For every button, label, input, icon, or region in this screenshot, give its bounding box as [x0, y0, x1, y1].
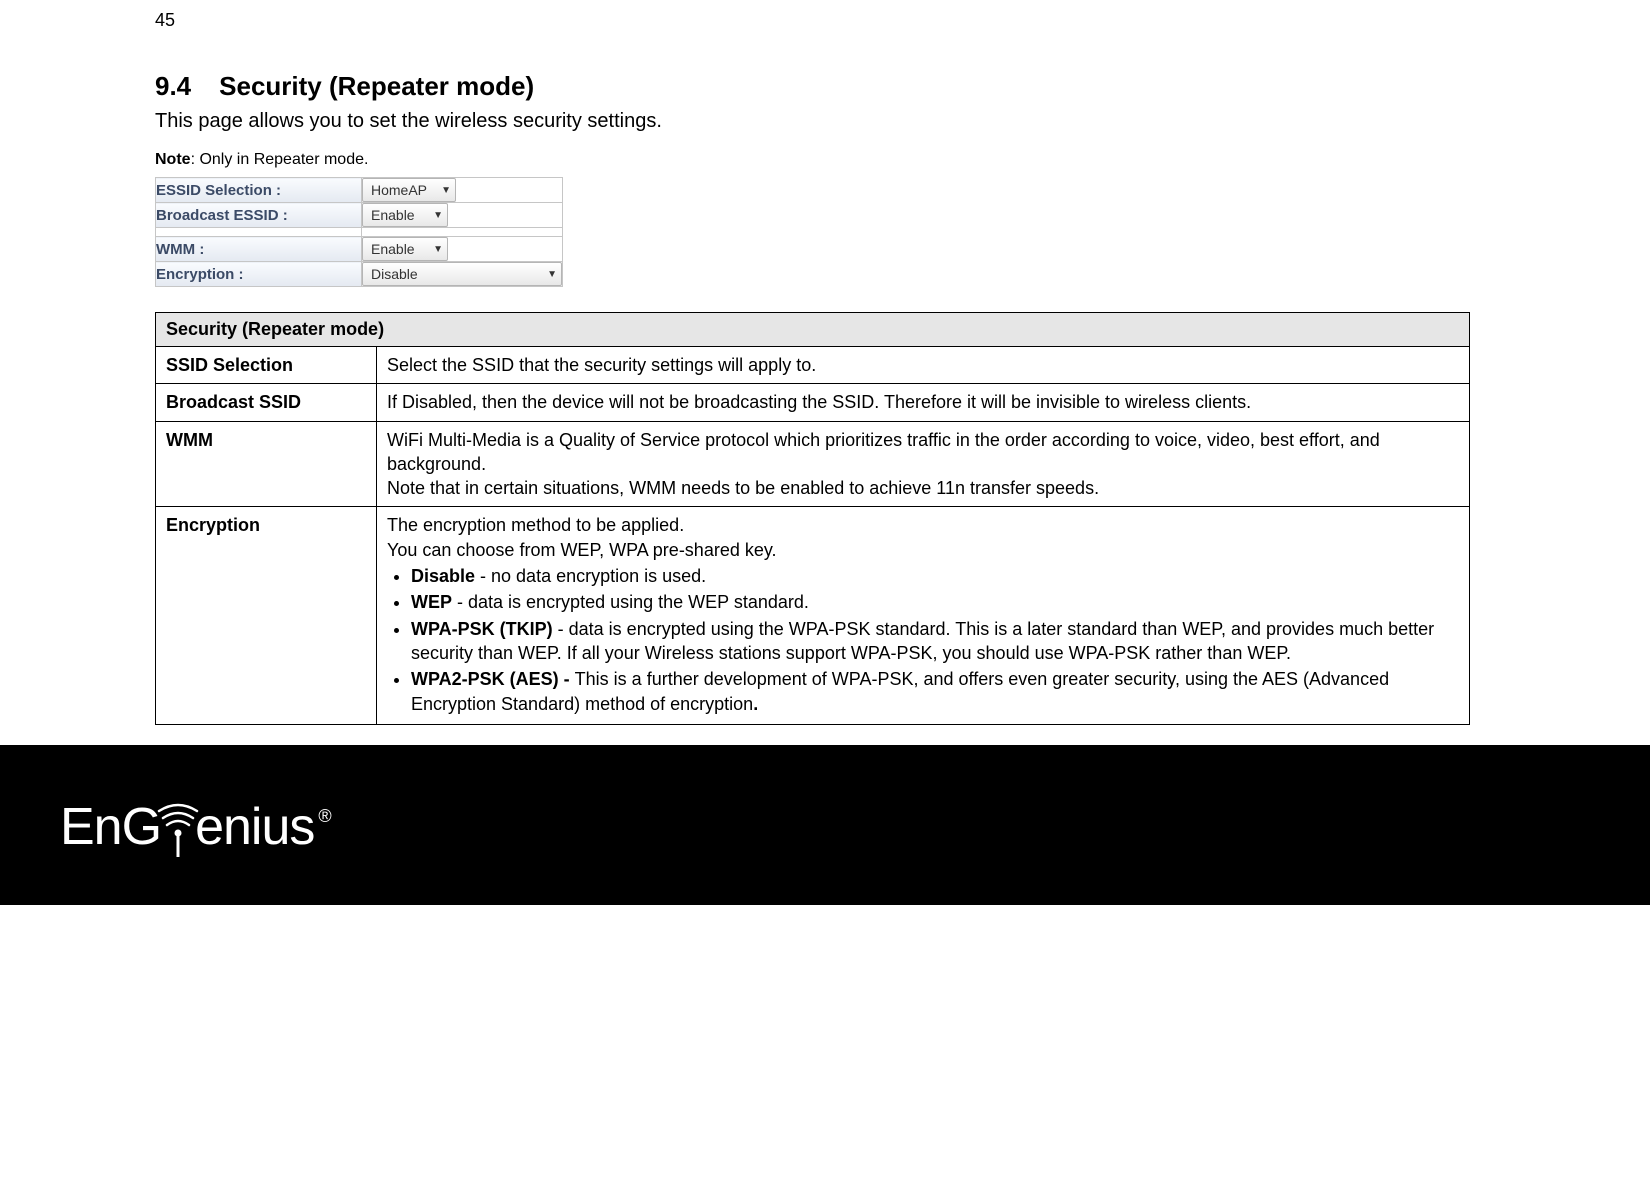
desc-enc-b1-text: - no data encryption is used.: [475, 566, 706, 586]
essid-select-value: HomeAP: [371, 182, 427, 198]
wmm-label: WMM :: [156, 237, 362, 262]
desc-enc-b4-label: WPA2-PSK (AES) -: [411, 669, 575, 689]
desc-enc-b3-text: - data is encrypted using the WPA-PSK st…: [411, 619, 1434, 663]
desc-enc-list: Disable - no data encryption is used. WE…: [387, 564, 1459, 716]
desc-ssid-val: Select the SSID that the security settin…: [377, 347, 1470, 384]
settings-form-table: ESSID Selection : HomeAP ▼ Broadcast ESS…: [155, 177, 563, 287]
desc-row-wmm: WMM WiFi Multi-Media is a Quality of Ser…: [156, 421, 1470, 507]
desc-ssid-key: SSID Selection: [156, 347, 377, 384]
logo-reg: ®: [318, 807, 330, 825]
desc-enc-b4-period: .: [753, 694, 758, 714]
desc-enc-item-wpapsk: WPA-PSK (TKIP) - data is encrypted using…: [411, 617, 1459, 666]
footer: EnG enius®: [0, 745, 1650, 905]
chevron-down-icon: ▼: [547, 269, 557, 280]
desc-header: Security (Repeater mode): [156, 313, 1470, 347]
desc-enc-item-wep: WEP - data is encrypted using the WEP st…: [411, 590, 1459, 614]
desc-enc-key: Encryption: [156, 507, 377, 724]
desc-enc-b2-label: WEP: [411, 592, 452, 612]
encryption-label: Encryption :: [156, 262, 362, 287]
row-broadcast: Broadcast ESSID : Enable ▼: [156, 203, 563, 228]
section-number: 9.4: [155, 71, 191, 102]
desc-row-broadcast: Broadcast SSID If Disabled, then the dev…: [156, 384, 1470, 421]
broadcast-select[interactable]: Enable ▼: [362, 203, 448, 227]
row-wmm: WMM : Enable ▼: [156, 237, 563, 262]
section-heading: 9.4 Security (Repeater mode): [155, 71, 1470, 102]
spacer-row: [156, 228, 563, 237]
encryption-select[interactable]: Disable ▼: [362, 262, 562, 286]
desc-row-encryption: Encryption The encryption method to be a…: [156, 507, 1470, 724]
encryption-cell: Disable ▼: [362, 262, 563, 287]
essid-cell: HomeAP ▼: [362, 178, 563, 203]
desc-wmm-line2: Note that in certain situations, WMM nee…: [387, 478, 1099, 498]
chevron-down-icon: ▼: [433, 244, 443, 255]
logo-part3: enius: [195, 801, 314, 853]
chevron-down-icon: ▼: [441, 185, 451, 196]
wmm-select[interactable]: Enable ▼: [362, 237, 448, 261]
desc-enc-item-disable: Disable - no data encryption is used.: [411, 564, 1459, 588]
essid-label: ESSID Selection :: [156, 178, 362, 203]
desc-enc-item-wpa2psk: WPA2-PSK (AES) - This is a further devel…: [411, 667, 1459, 716]
desc-enc-b3-label: WPA-PSK (TKIP): [411, 619, 553, 639]
engenius-logo: EnG enius®: [60, 797, 331, 853]
broadcast-cell: Enable ▼: [362, 203, 563, 228]
desc-enc-b2-text: - data is encrypted using the WEP standa…: [452, 592, 809, 612]
desc-enc-b1-label: Disable: [411, 566, 475, 586]
desc-enc-val: The encryption method to be applied. You…: [377, 507, 1470, 724]
note-label: Note: [155, 151, 191, 168]
desc-wmm-line1: WiFi Multi-Media is a Quality of Service…: [387, 430, 1380, 474]
wmm-select-value: Enable: [371, 241, 415, 257]
desc-wmm-key: WMM: [156, 421, 377, 507]
broadcast-select-value: Enable: [371, 207, 415, 223]
desc-header-row: Security (Repeater mode): [156, 313, 1470, 347]
note-text: Note: Only in Repeater mode.: [155, 151, 1470, 169]
logo-part1: En: [60, 801, 122, 853]
desc-broadcast-val: If Disabled, then the device will not be…: [377, 384, 1470, 421]
desc-row-ssid: SSID Selection Select the SSID that the …: [156, 347, 1470, 384]
chevron-down-icon: ▼: [433, 210, 443, 221]
desc-wmm-val: WiFi Multi-Media is a Quality of Service…: [377, 421, 1470, 507]
desc-broadcast-key: Broadcast SSID: [156, 384, 377, 421]
page-number: 45: [155, 10, 1470, 31]
wmm-cell: Enable ▼: [362, 237, 563, 262]
description-table: Security (Repeater mode) SSID Selection …: [155, 312, 1470, 725]
note-body: : Only in Repeater mode.: [191, 151, 369, 168]
essid-select[interactable]: HomeAP ▼: [362, 178, 456, 202]
desc-enc-intro1: The encryption method to be applied.: [387, 515, 684, 535]
encryption-select-value: Disable: [371, 266, 418, 282]
desc-enc-intro2: You can choose from WEP, WPA pre-shared …: [387, 540, 777, 560]
section-title: Security (Repeater mode): [219, 71, 534, 101]
row-essid: ESSID Selection : HomeAP ▼: [156, 178, 563, 203]
row-encryption: Encryption : Disable ▼: [156, 262, 563, 287]
intro-text: This page allows you to set the wireless…: [155, 110, 1470, 133]
broadcast-label: Broadcast ESSID :: [156, 203, 362, 228]
